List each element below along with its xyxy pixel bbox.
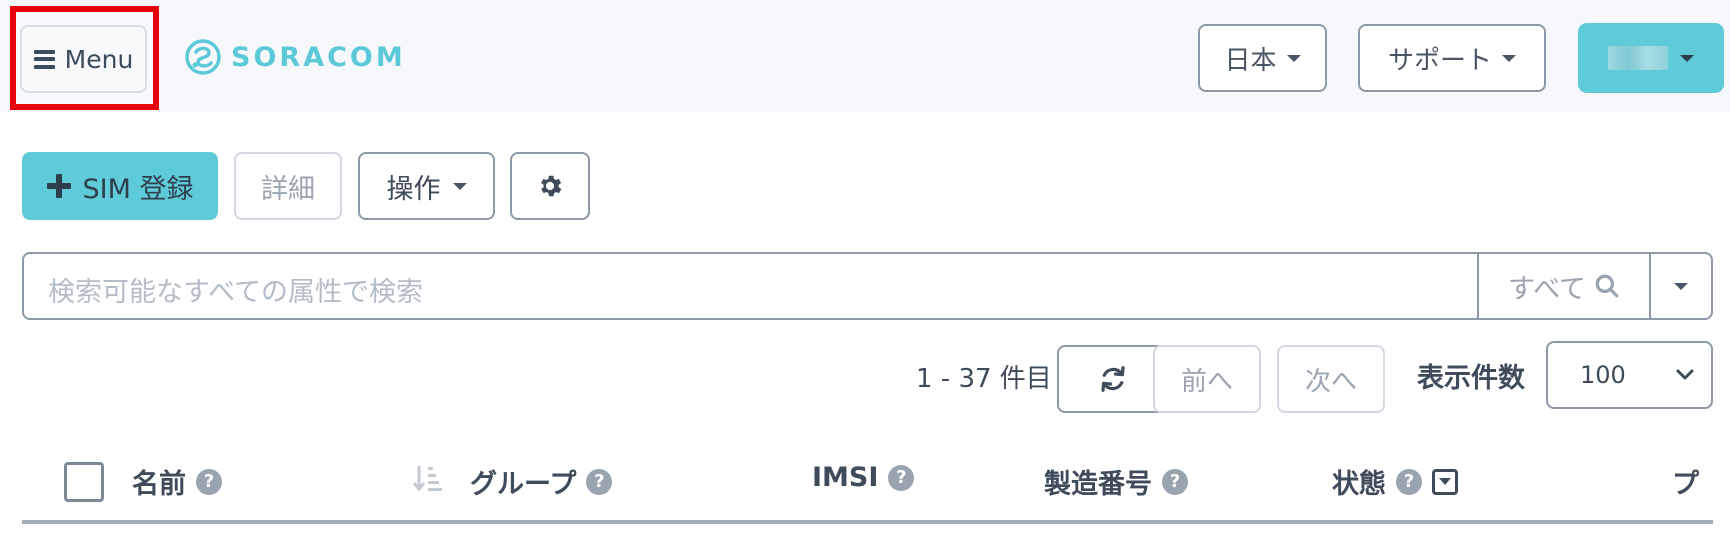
table-header: 名前 ? グループ ? IMSI ? 製造番号 ? 状態 ? プ: [22, 440, 1713, 524]
caret-down-icon: [1502, 54, 1516, 62]
prev-label: 前へ: [1180, 366, 1233, 397]
column-header-truncated[interactable]: プ: [1672, 462, 1699, 501]
user-menu-dropdown[interactable]: [1578, 23, 1724, 93]
language-dropdown[interactable]: 日本: [1198, 24, 1327, 92]
filter-icon[interactable]: [1432, 468, 1458, 495]
search-bar: 検索可能なすべての属性で検索 すべて: [22, 252, 1713, 320]
per-page-select[interactable]: 100: [1546, 341, 1713, 409]
blurred-username: [1608, 46, 1668, 70]
search-icon: [1595, 274, 1619, 298]
next-label: 次へ: [1304, 366, 1357, 397]
soracom-logo[interactable]: SORACOM: [183, 34, 406, 80]
chevron-down-icon: [1676, 369, 1694, 380]
column-header-serial[interactable]: 製造番号 ?: [1044, 462, 1188, 501]
refresh-button[interactable]: [1057, 345, 1168, 413]
caret-down-icon: [1680, 54, 1694, 62]
column-header-name[interactable]: 名前 ?: [132, 462, 222, 501]
column-name-label: 名前: [132, 469, 186, 500]
help-icon[interactable]: ?: [1162, 468, 1188, 495]
per-page-label: 表示件数: [1417, 363, 1525, 394]
column-header-status[interactable]: 状態 ?: [1332, 462, 1458, 501]
help-icon[interactable]: ?: [196, 468, 222, 495]
column-group-label: グループ: [470, 469, 577, 500]
sim-register-button[interactable]: SIM 登録: [22, 152, 218, 220]
details-button[interactable]: 詳細: [234, 152, 342, 220]
select-all-checkbox[interactable]: [64, 462, 104, 502]
column-truncated-label: プ: [1672, 469, 1699, 500]
caret-down-icon: [452, 182, 467, 190]
help-icon[interactable]: ?: [888, 464, 915, 491]
per-page-value: 100: [1580, 361, 1626, 389]
column-header-group[interactable]: グループ ?: [470, 462, 613, 501]
soracom-logo-icon: [185, 39, 221, 75]
plus-icon: [46, 174, 71, 198]
support-label: サポート: [1387, 45, 1492, 76]
search-options-dropdown[interactable]: [1649, 254, 1711, 318]
column-header-imsi[interactable]: IMSI ?: [812, 462, 915, 493]
column-status-label: 状態: [1332, 469, 1386, 500]
top-navbar: Menu SORACOM 日本 サポート: [0, 0, 1730, 112]
column-serial-label: 製造番号: [1044, 469, 1152, 500]
sort-descending-icon[interactable]: [411, 462, 445, 496]
settings-button[interactable]: [510, 152, 590, 220]
sim-register-label: SIM 登録: [82, 173, 194, 205]
help-icon[interactable]: ?: [1396, 468, 1422, 495]
page-range-text: 1 - 37 件目: [916, 364, 1052, 394]
support-dropdown[interactable]: サポート: [1358, 24, 1546, 92]
help-icon[interactable]: ?: [586, 468, 613, 495]
gear-icon: [541, 175, 562, 197]
search-scope-label: すべて: [1507, 273, 1587, 305]
prev-page-button[interactable]: 前へ: [1153, 345, 1261, 413]
language-label: 日本: [1224, 45, 1277, 76]
highlight-box: [10, 6, 159, 110]
operations-label: 操作: [386, 173, 441, 205]
details-label: 詳細: [261, 173, 315, 205]
next-page-button[interactable]: 次へ: [1277, 345, 1385, 413]
operations-dropdown[interactable]: 操作: [358, 152, 495, 220]
caret-down-icon: [1286, 54, 1301, 62]
logo-text: SORACOM: [231, 41, 406, 73]
caret-down-icon: [1674, 282, 1688, 290]
search-input[interactable]: 検索可能なすべての属性で検索: [48, 270, 423, 309]
search-scope-button[interactable]: すべて: [1477, 254, 1649, 318]
refresh-icon: [1100, 366, 1125, 392]
column-imsi-label: IMSI: [812, 462, 879, 493]
